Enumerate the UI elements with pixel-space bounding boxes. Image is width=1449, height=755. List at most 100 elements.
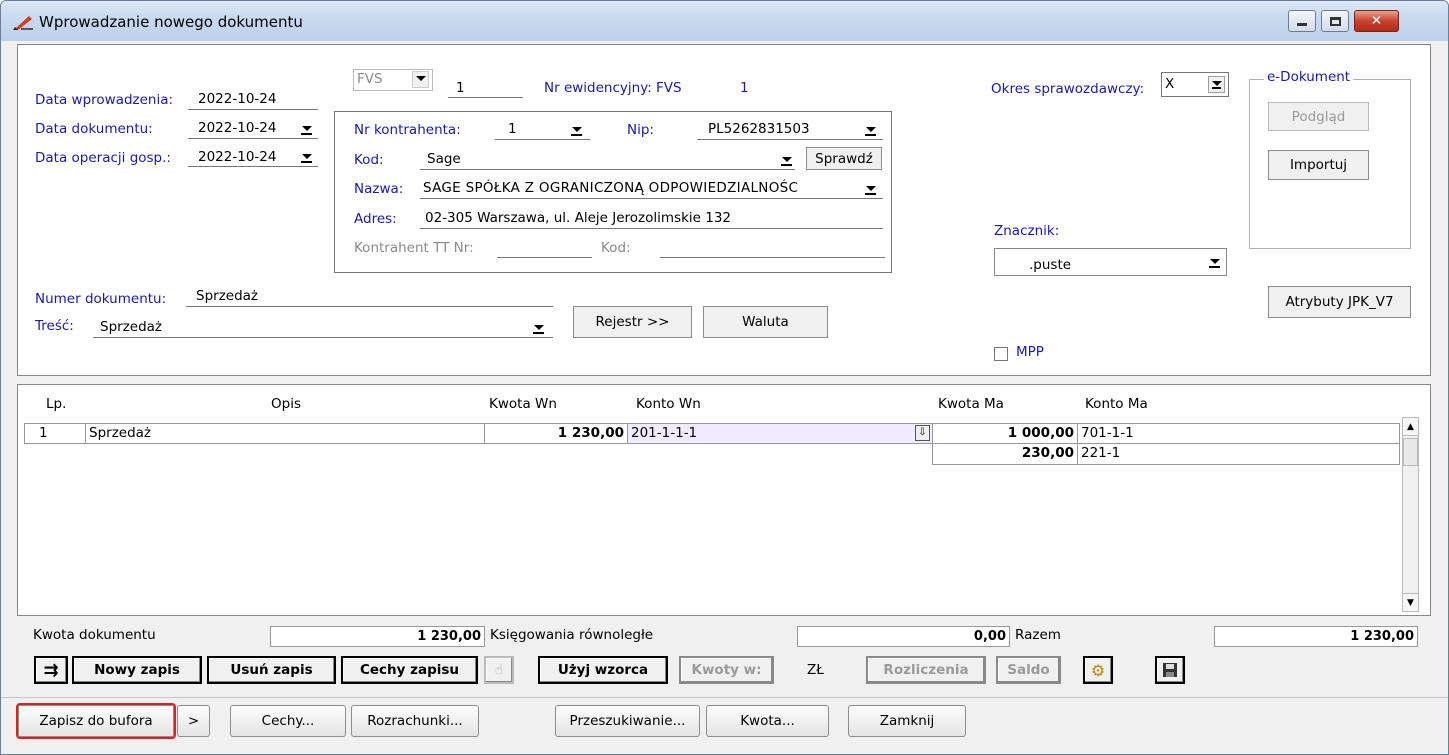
przeszukiwanie-button[interactable]: Przeszukiwanie... [555,705,700,737]
usun-zapis-button[interactable]: Usuń zapis [207,656,336,684]
scroll-down-icon[interactable]: ▼ [1403,593,1418,611]
zapisz-do-bufora-button[interactable]: Zapisz do bufora [16,703,176,739]
kontrahent-tt-field[interactable] [497,257,592,258]
numer-value[interactable]: 1 [456,80,465,96]
uzyj-wzorca-button[interactable]: Użyj wzorca [538,656,668,684]
maximize-button[interactable] [1321,10,1349,32]
header-konto-ma: Konto Ma [1085,396,1148,412]
close-button[interactable]: ✕ [1354,10,1399,32]
nr-kontrahenta-dropdown[interactable] [568,122,585,139]
okres-dropdown[interactable] [1208,76,1225,93]
nip-dropdown[interactable] [862,122,879,139]
sprawdz-button[interactable]: Sprawdź [806,147,882,170]
nazwa-dropdown[interactable] [862,181,879,198]
data-dokumentu-label: Data dokumentu: [35,121,153,137]
tresc-value[interactable]: Sprzedaż [100,319,162,335]
kod-value[interactable]: Sage [427,151,461,167]
kod-dropdown[interactable] [778,152,795,169]
underline [188,138,318,139]
typ-select[interactable]: FVS [353,69,433,91]
nip-value[interactable]: PL5262831503 [708,121,810,137]
podglad-button[interactable]: Podgląd [1268,102,1369,131]
minimize-button[interactable] [1288,10,1316,32]
kwota-dokumentu-value: 1 230,00 [270,626,485,647]
arrows-icon: ⇉ [43,659,59,681]
rejestr-label: Rejestr >> [595,314,670,330]
typ-dropdown[interactable] [412,71,429,88]
rozliczenia-label: Rozliczenia [883,662,969,678]
rozrachunki-button[interactable]: Rozrachunki... [351,705,479,737]
konto-lookup-icon[interactable]: ⇩ [915,425,930,441]
tt-kod-field[interactable] [660,257,885,258]
cechy-label: Cechy... [261,713,315,729]
save-button[interactable] [1155,656,1185,684]
underline [420,169,795,170]
waluta-button[interactable]: Waluta [703,306,828,338]
sprawdz-label: Sprawdź [815,150,873,167]
data-wprowadzenia-value: 2022-10-24 [198,91,277,107]
switch-icon[interactable]: ⇉ [34,656,68,684]
underline [188,166,318,167]
underline [420,228,883,229]
scroll-up-icon[interactable]: ▲ [1403,418,1418,436]
nr-kontrahenta-value[interactable]: 1 [508,121,517,137]
zamknij-label: Zamknij [879,713,935,729]
vertical-scrollbar[interactable]: ▲ ▼ [1402,417,1419,612]
more-button[interactable]: > [177,705,210,737]
cell-konto-ma[interactable]: 701-1-1 [1077,423,1400,444]
znacznik-select[interactable]: .puste [994,248,1227,276]
adres-label: Adres: [354,211,397,227]
tresc-dropdown[interactable] [530,320,547,337]
uzyj-wzorca-label: Użyj wzorca [557,662,649,678]
znacznik-value: .puste [1029,257,1072,273]
settings-button[interactable]: ⚙ [1083,656,1113,684]
minimize-icon [1297,22,1307,26]
data-dokumentu-dropdown[interactable] [298,121,315,138]
nip-label: Nip: [627,122,654,138]
numer-dok-value[interactable]: Sprzedaż [196,288,258,304]
cell-konto-ma[interactable]: 221-1 [1077,443,1400,465]
header-kwota-ma: Kwota Ma [938,396,1004,412]
przeszukiwanie-label: Przeszukiwanie... [569,713,686,729]
cechy-zapisu-button[interactable]: Cechy zapisu [341,656,478,684]
rozliczenia-button[interactable]: Rozliczenia [866,656,986,684]
typ-value: FVS [357,71,383,87]
cell-konto-wn[interactable]: 201-1-1-1 [627,423,933,444]
znacznik-label: Znacznik: [994,223,1060,239]
header-panel: Data wprowadzenia: 2022-10-24 Data dokum… [17,44,1431,376]
title-bar: Wprowadzanie nowego dokumentu ✕ [1,1,1448,41]
cechy-button[interactable]: Cechy... [230,705,346,737]
saldo-button[interactable]: Saldo [996,656,1061,684]
zamknij-button[interactable]: Zamknij [848,705,966,737]
okres-value: X [1165,76,1175,92]
zapisz-do-bufora-label: Zapisz do bufora [39,713,153,729]
nazwa-value[interactable]: SAGE SPÓŁKA Z OGRANICZONĄ ODPOWIEDZIALNO… [423,180,798,196]
waluta-label: Waluta [742,314,789,330]
underline [448,97,523,98]
kwoty-w-button[interactable]: Kwoty w: [679,656,774,684]
scroll-thumb[interactable] [1403,438,1418,466]
adres-value[interactable]: 02-305 Warszawa, ul. Aleje Jerozolimskie… [425,210,731,226]
importuj-label: Importuj [1289,157,1348,173]
cechy-zapisu-label: Cechy zapisu [359,662,460,678]
importuj-button[interactable]: Importuj [1268,150,1369,180]
atrybuty-jpk-button[interactable]: Atrybuty JPK_V7 [1268,286,1411,318]
cell-kwota-ma[interactable]: 230,00 [932,443,1078,465]
mpp-label: MPP [1016,344,1044,360]
data-dokumentu-value[interactable]: 2022-10-24 [198,120,276,136]
cell-lp[interactable]: 1 [24,423,86,444]
cell-kwota-ma[interactable]: 1 000,00 [932,423,1078,444]
cell-kwota-wn[interactable]: 1 230,00 [484,423,628,444]
data-operacji-dropdown[interactable] [298,149,315,166]
data-operacji-value[interactable]: 2022-10-24 [198,149,276,165]
kwota-button[interactable]: Kwota... [706,705,829,737]
template-icon[interactable]: ☝ [484,656,514,684]
kwoty-w-label: Kwoty w: [691,662,762,678]
znacznik-dropdown[interactable] [1206,254,1223,271]
mpp-checkbox[interactable] [994,347,1008,361]
cell-opis[interactable]: Sprzedaż [85,423,485,444]
tt-kod-label: Kod: [601,240,631,256]
okres-select[interactable]: X [1161,72,1229,97]
rejestr-button[interactable]: Rejestr >> [573,306,692,338]
nowy-zapis-button[interactable]: Nowy zapis [72,656,202,684]
